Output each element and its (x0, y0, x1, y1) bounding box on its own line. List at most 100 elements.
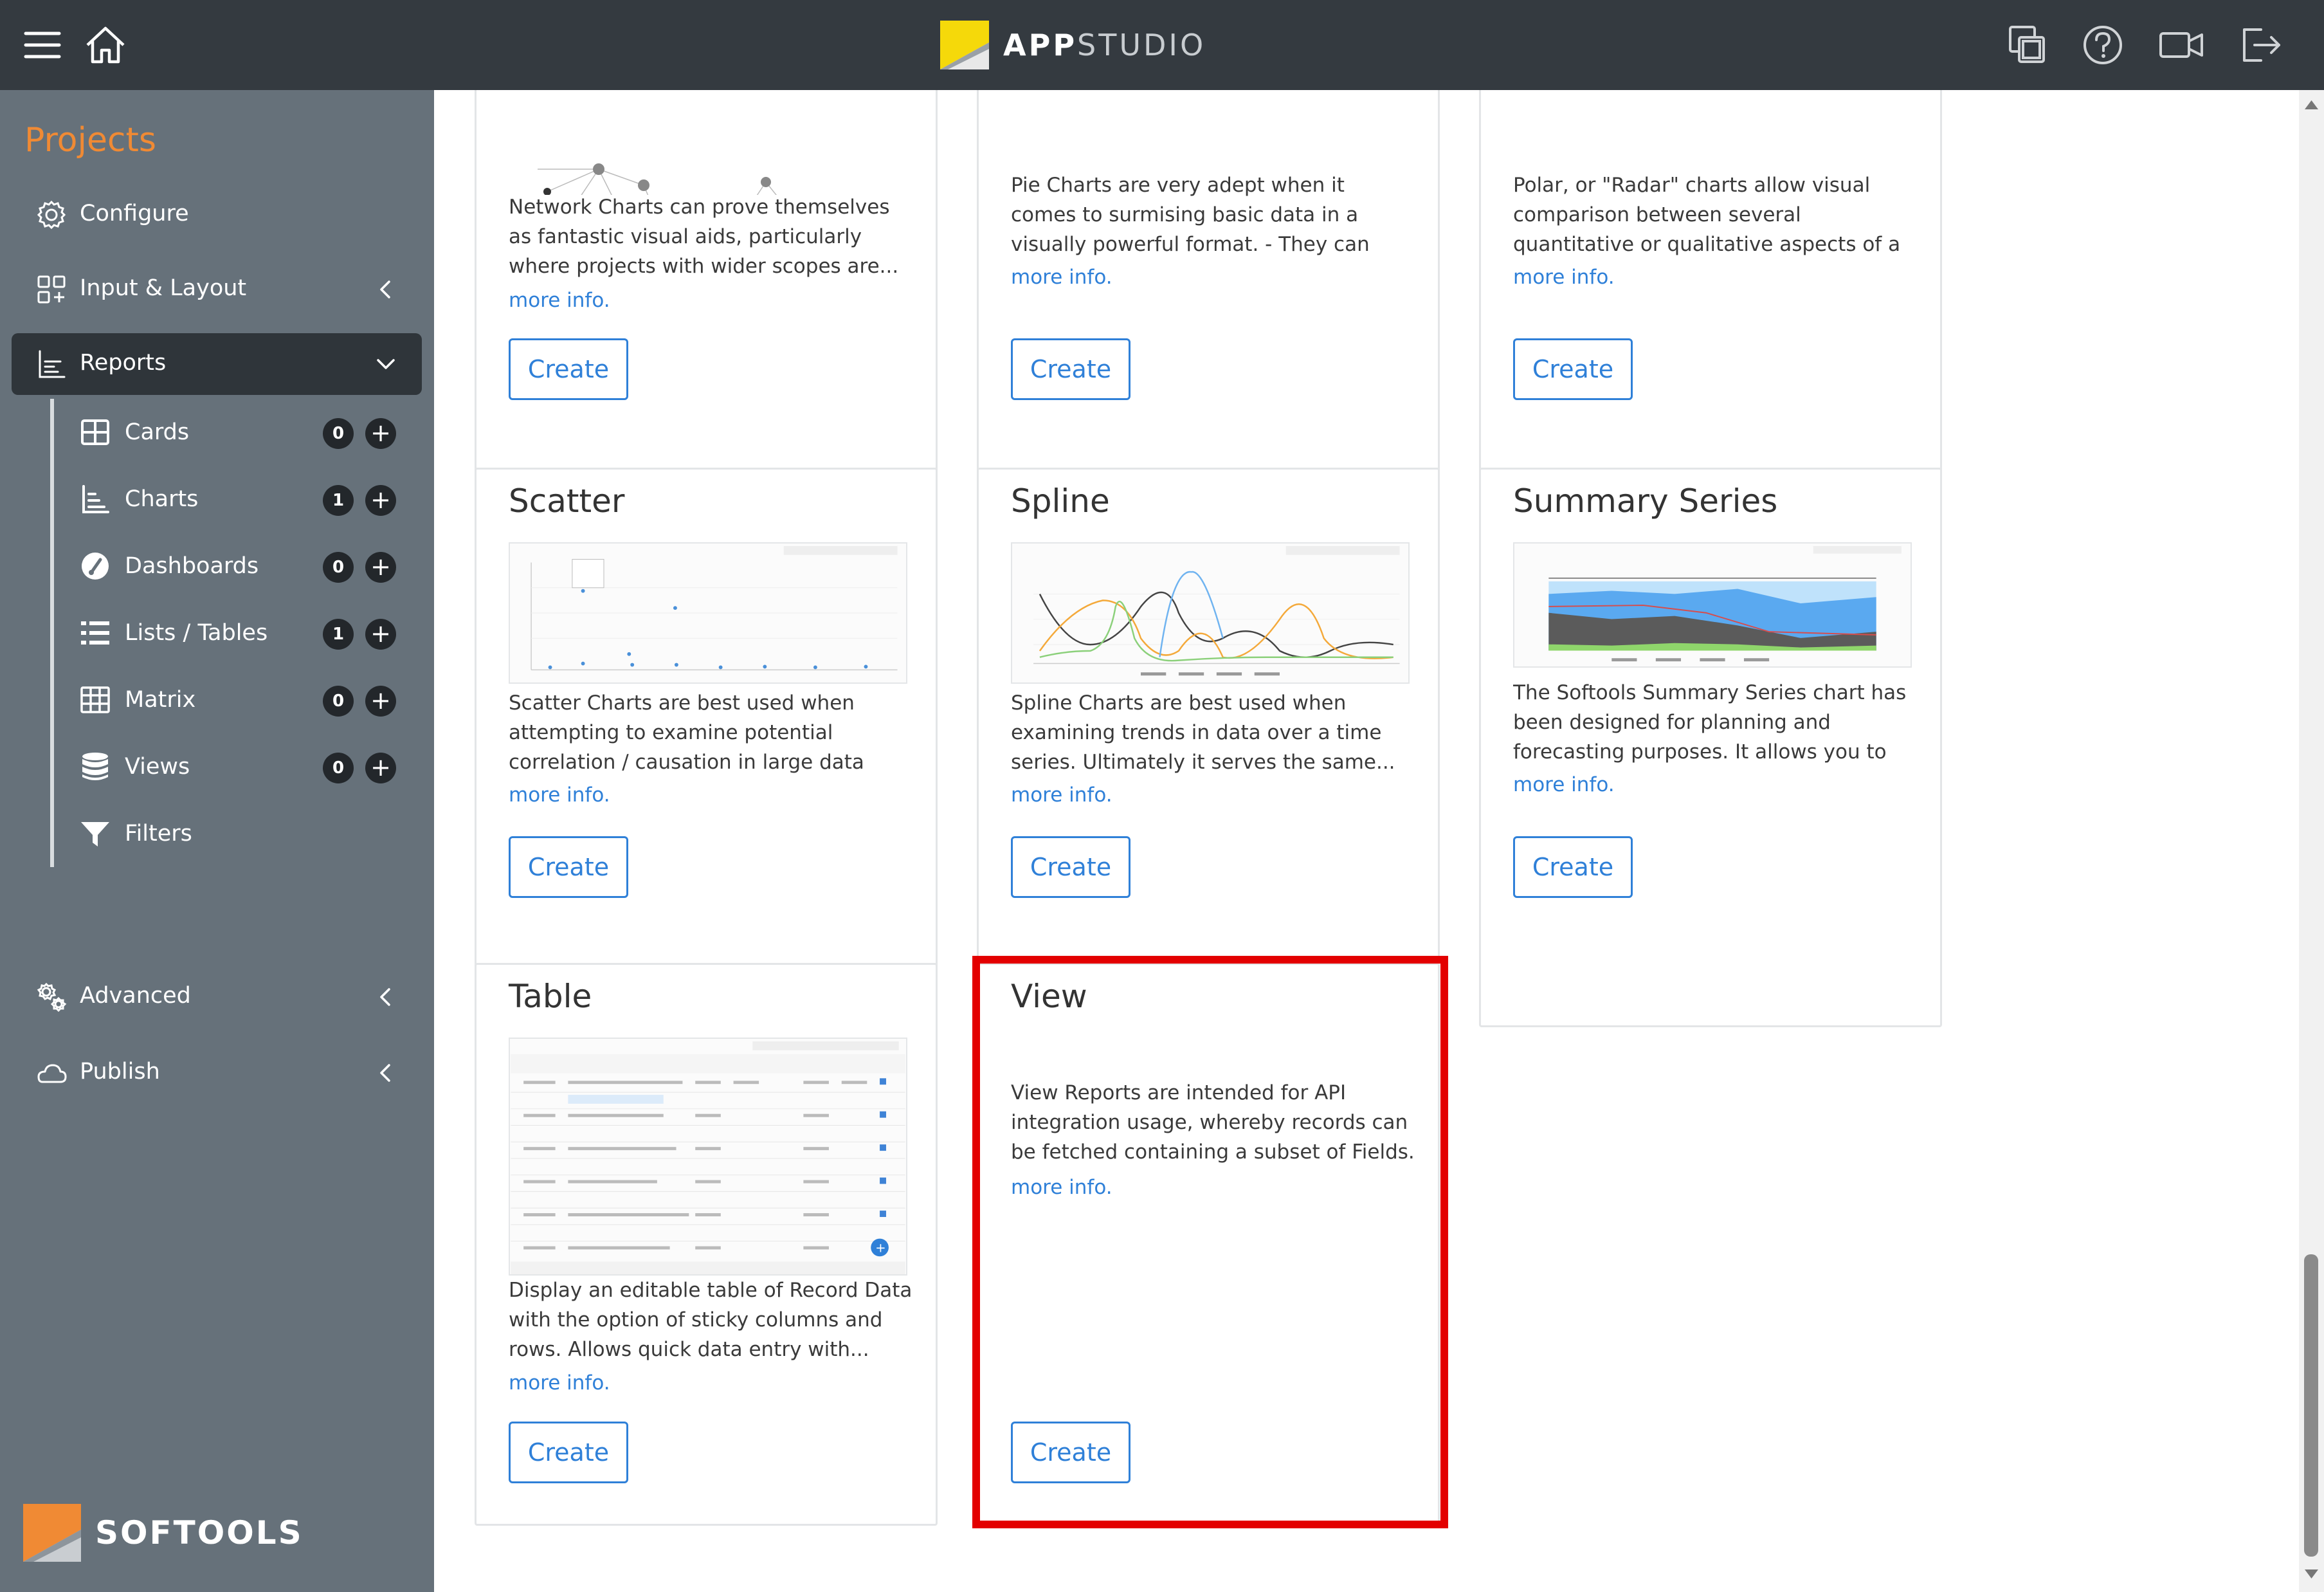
sidebar-subitem-label: Filters (125, 821, 192, 846)
card-description: Polar, or "Radar" charts allow visual co… (1513, 174, 1901, 256)
logout-icon[interactable] (2235, 19, 2287, 71)
add-lists-tables-button[interactable]: + (365, 619, 396, 650)
sidebar-item-label: Input & Layout (80, 275, 247, 301)
softools-logo-icon (23, 1504, 81, 1562)
chevron-left-icon (373, 984, 399, 1010)
sidebar-item-label: Reports (80, 350, 167, 376)
more-info-link[interactable]: more info. (509, 783, 610, 807)
sidebar-item-reports[interactable]: Reports (12, 333, 422, 395)
layout-grid-icon (35, 273, 68, 306)
more-info-link[interactable]: more info. (1011, 266, 1112, 289)
create-pie-button[interactable]: Create (1011, 338, 1130, 400)
cloud-icon (35, 1056, 68, 1090)
sidebar-subitem-dashboards[interactable]: Dashboards 0 + (50, 533, 422, 599)
more-info-link[interactable]: more info. (509, 289, 610, 312)
chart-icon (78, 482, 112, 516)
scroll-down-arrow-icon[interactable] (2299, 1564, 2324, 1584)
sidebar-subitem-charts[interactable]: Charts 1 + (50, 466, 422, 533)
add-charts-button[interactable]: + (365, 485, 396, 516)
gear-icon (35, 198, 68, 232)
help-icon[interactable] (2077, 19, 2129, 71)
scroll-thumb[interactable] (2304, 1254, 2318, 1557)
create-table-button[interactable]: Create (509, 1422, 628, 1483)
more-info-link[interactable]: more info. (1513, 773, 1615, 796)
home-icon[interactable] (80, 19, 131, 71)
sidebar-subitem-label: Dashboards (125, 553, 259, 579)
create-spline-button[interactable]: Create (1011, 836, 1130, 898)
main-scrollbar[interactable] (2299, 90, 2324, 1592)
summary-series-chart-preview (1513, 542, 1912, 668)
sidebar-subitem-label: Charts (125, 486, 199, 512)
network-chart-preview (509, 90, 907, 195)
count-badge: 0 (323, 753, 354, 783)
create-polar-button[interactable]: Create (1513, 338, 1633, 400)
chart-icon (35, 347, 68, 381)
list-icon (78, 616, 112, 650)
add-matrix-button[interactable]: + (365, 686, 396, 717)
report-card-summary-series: Summary Series The Softools Summary Seri… (1479, 468, 1942, 1027)
sidebar-item-advanced[interactable]: Advanced (12, 966, 422, 1028)
sidebar-item-configure[interactable]: Configure (12, 184, 422, 246)
brand-bold: APP (1003, 28, 1078, 62)
card-title: Spline (1011, 482, 1110, 520)
sidebar-subitem-label: Lists / Tables (125, 620, 268, 646)
report-card-scatter: Scatter Scatter Charts are best used whe… (475, 468, 938, 1027)
sidebar-subitem-views[interactable]: Views 0 + (50, 733, 422, 800)
card-description: Pie Charts are very adept when it comes … (1011, 174, 1370, 256)
database-icon (78, 750, 112, 783)
scroll-up-arrow-icon[interactable] (2299, 95, 2324, 114)
count-badge: 0 (323, 418, 354, 449)
report-card-network: Network Charts can prove themselves as f… (475, 90, 938, 529)
sidebar-item-publish[interactable]: Publish (12, 1042, 422, 1104)
card-description: Spline Charts are best used when examini… (1011, 691, 1395, 774)
card-description: Scatter Charts are best used when attemp… (509, 691, 864, 774)
report-card-polar: Polar, or "Radar" charts allow visual co… (1479, 90, 1942, 529)
create-scatter-button[interactable]: Create (509, 836, 628, 898)
scatter-chart-preview (509, 542, 907, 684)
report-card-spline: Spline Spline Charts are best used when … (977, 468, 1440, 1027)
create-network-button[interactable]: Create (509, 338, 628, 400)
sidebar-subitem-lists-tables[interactable]: Lists / Tables 1 + (50, 599, 422, 666)
softools-brand: SOFTOOLS (23, 1504, 304, 1562)
svg-text:+: + (875, 1240, 886, 1255)
count-badge: 0 (323, 552, 354, 583)
copy-window-icon[interactable] (2001, 19, 2053, 71)
gears-icon (35, 980, 68, 1014)
sidebar-item-label: Advanced (80, 983, 191, 1009)
brand-light: STUDIO (1077, 28, 1206, 62)
sidebar-subitem-cards[interactable]: Cards 0 + (50, 399, 422, 466)
card-description: The Softools Summary Series chart has be… (1513, 681, 1907, 764)
count-badge: 1 (323, 619, 354, 650)
highlight-box (972, 956, 1448, 1528)
table-preview: + (509, 1038, 907, 1276)
create-summary-series-button[interactable]: Create (1513, 836, 1633, 898)
sidebar-subitem-matrix[interactable]: Matrix 0 + (50, 666, 422, 733)
filter-icon (78, 817, 112, 850)
card-title: Scatter (509, 482, 625, 520)
hamburger-menu-icon[interactable] (17, 19, 68, 71)
chevron-left-icon (373, 1060, 399, 1086)
sidebar-title: Projects (24, 121, 157, 160)
appstudio-logo-icon (940, 21, 989, 69)
video-icon[interactable] (2156, 19, 2207, 71)
add-dashboards-button[interactable]: + (365, 552, 396, 583)
spline-chart-preview (1011, 542, 1410, 684)
report-card-table: Table + Display an editable table of Rec… (475, 963, 938, 1526)
count-badge: 1 (323, 485, 354, 516)
sidebar-subitem-label: Matrix (125, 687, 196, 713)
matrix-icon (78, 683, 112, 717)
report-card-pie: Pie Charts are very adept when it comes … (977, 90, 1440, 529)
more-info-link[interactable]: more info. (1513, 266, 1615, 289)
app-title: APPSTUDIO (1003, 28, 1206, 62)
add-views-button[interactable]: + (365, 753, 396, 783)
dashboard-gauge-icon (78, 549, 112, 583)
card-title: Table (509, 978, 592, 1015)
add-cards-button[interactable]: + (365, 418, 396, 449)
sidebar-subitem-label: Cards (125, 419, 190, 445)
footer-brand-text: SOFTOOLS (95, 1514, 304, 1551)
sidebar-item-input-layout[interactable]: Input & Layout (12, 259, 422, 320)
sidebar-subitem-filters[interactable]: Filters (50, 800, 422, 867)
sidebar-subitem-label: Views (125, 754, 190, 780)
more-info-link[interactable]: more info. (1011, 783, 1112, 807)
more-info-link[interactable]: more info. (509, 1371, 610, 1395)
